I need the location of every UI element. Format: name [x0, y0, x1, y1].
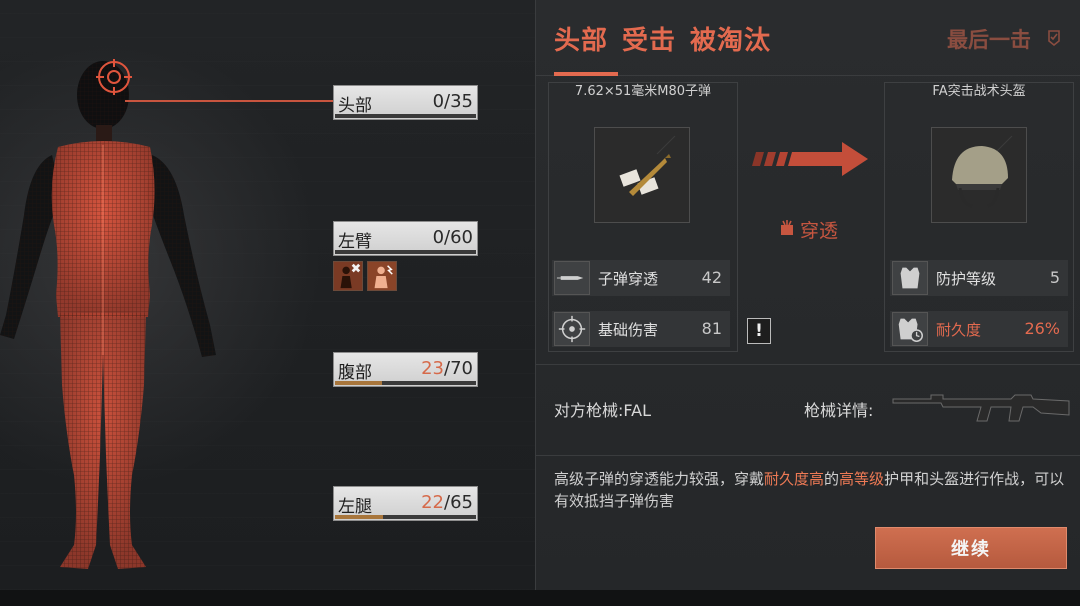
helmet-image-icon: [952, 135, 1013, 208]
last-hit-icon: [1048, 30, 1060, 46]
ammo-item-box: [594, 127, 690, 223]
part-abdomen: 腹部 23/70: [333, 352, 478, 387]
headline-eliminated: 被淘汰: [690, 26, 772, 56]
part-head-hp: 0/35: [432, 91, 473, 112]
armor-vest-icon: [892, 261, 928, 295]
part-left-arm-bar: [335, 250, 476, 254]
part-left-arm-name: 左臂: [338, 232, 372, 252]
continue-button[interactable]: 继续: [875, 527, 1067, 569]
hint-highlight-level: 高等级: [839, 470, 885, 488]
hit-headline: 头部 受击 被淘汰: [554, 20, 785, 57]
stat-ammo-penetration-label: 子弹穿透: [598, 270, 659, 288]
part-left-arm: 左臂 0/60: [333, 221, 478, 256]
fracture-status-icon: [333, 261, 363, 291]
rifle-image-icon[interactable]: [891, 385, 1071, 429]
weapon-row: 对方枪械:FAL 枪械详情:: [536, 364, 1080, 456]
stat-ammo-damage-label: 基础伤害: [598, 321, 659, 339]
ammo-title: 7.62×51毫米M80子弹: [574, 84, 712, 99]
part-abdomen-name: 腹部: [338, 363, 372, 383]
stat-armor-level-value: 5: [1049, 268, 1060, 287]
stat-armor-durability: 耐久度 26%: [890, 311, 1068, 347]
headline-part: 头部: [554, 26, 609, 56]
part-left-leg-bar: [335, 515, 476, 519]
penetration-label: 穿透: [800, 220, 839, 242]
part-head-bar: [335, 114, 476, 118]
part-left-leg: 左腿 22/65: [333, 486, 478, 521]
stat-armor-durability-value: 26%: [1024, 319, 1060, 338]
penetrate-icon: [781, 220, 793, 235]
bullet-penetration-icon: [554, 261, 590, 295]
armor-title: FA突击战术头盔: [932, 84, 1026, 99]
headline-hit: 受击: [622, 26, 677, 56]
part-abdomen-bar: [335, 381, 476, 385]
part-abdomen-hp: 23/70: [421, 358, 473, 379]
body-torso-legs: [51, 141, 155, 569]
hint-text: 高级子弹的穿透能力较强，穿戴耐久度高的高等级护甲和头盔进行作战，可以有效抵挡子弹…: [554, 470, 1065, 510]
stat-ammo-penetration-value: 42: [701, 268, 722, 287]
body-status-panel: 头部 0/35 左臂 0/60 腹部 23/70 左腿 22/65: [0, 0, 535, 590]
part-left-leg-hp: 22/65: [421, 492, 473, 513]
ammo-image-icon: [619, 135, 676, 196]
durability-icon: [892, 312, 928, 346]
hit-detail-panel: 头部 受击 被淘汰 最后一击 7.62×51毫米M80子弹 子弹穿透 42 基础…: [535, 0, 1080, 590]
stat-armor-durability-label: 耐久度: [936, 321, 982, 339]
penetration-arrow-icon: [752, 142, 868, 176]
stat-ammo-damage-value: 81: [701, 319, 722, 338]
last-hit-label: 最后一击: [947, 28, 1031, 52]
body-head: [77, 61, 129, 141]
crosshair-icon: [554, 312, 590, 346]
stat-armor-level: 防护等级 5: [890, 260, 1068, 296]
part-head: 头部 0/35: [333, 85, 478, 120]
status-effects: [333, 261, 397, 291]
stat-ammo-penetration: 子弹穿透 42: [552, 260, 730, 296]
part-head-name: 头部: [338, 96, 372, 116]
stat-ammo-damage: 基础伤害 81: [552, 311, 730, 347]
head-connector-line: [125, 100, 333, 102]
hint-highlight-durability: 耐久度高: [764, 470, 825, 488]
part-left-arm-hp: 0/60: [432, 227, 473, 248]
enemy-weapon-label: 对方枪械:FAL: [554, 401, 651, 420]
body-diagram: [0, 59, 216, 569]
part-left-leg-name: 左腿: [338, 497, 372, 517]
bottom-strip: [0, 590, 1080, 606]
armor-item-box: [931, 127, 1027, 223]
stat-armor-level-label: 防护等级: [936, 270, 997, 288]
weapon-detail-label[interactable]: 枪械详情:: [804, 397, 873, 421]
warning-icon[interactable]: !: [747, 318, 771, 344]
pain-status-icon: [367, 261, 397, 291]
hit-header: 头部 受击 被淘汰 最后一击: [536, 0, 1080, 76]
headline-underline: [554, 72, 618, 76]
